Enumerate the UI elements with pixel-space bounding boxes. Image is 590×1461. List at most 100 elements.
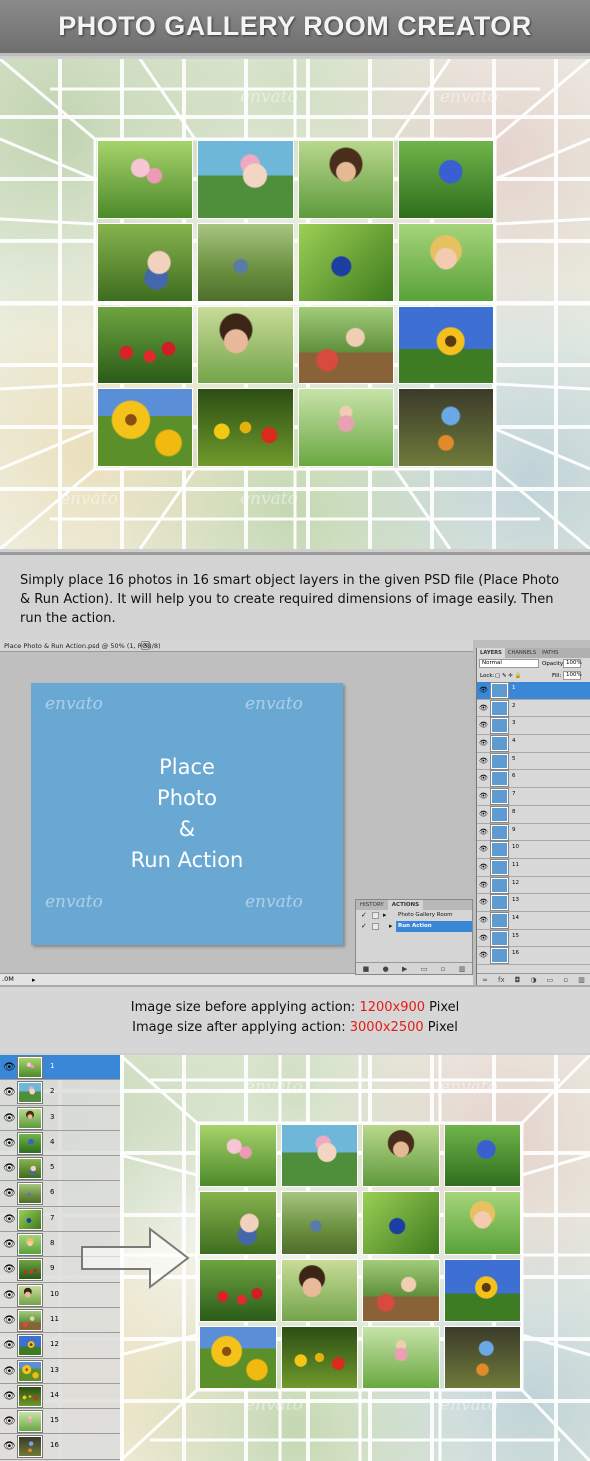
blend-mode-select[interactable]: Normal [479,659,539,668]
tab-history[interactable]: HISTORY [356,900,388,910]
tab-layers[interactable]: LAYERS [477,648,505,658]
layer-row[interactable]: 👁 16 [477,947,590,965]
eye-icon[interactable]: 👁 [3,1264,16,1275]
opacity-input[interactable]: 100% [563,659,582,668]
eye-icon[interactable]: 👁 [3,1391,16,1402]
layer-row[interactable]: 👁 14 [0,1384,120,1410]
stop-icon[interactable]: ■ [363,965,370,973]
layer-thumbnail [490,894,509,912]
eye-icon[interactable]: 👁 [3,1340,16,1351]
new-action-icon[interactable]: ▫ [441,965,446,973]
eye-icon[interactable]: 👁 [479,721,488,729]
eye-icon[interactable]: 👁 [3,1214,16,1225]
layer-list: 👁 1 👁 2 👁 3 👁 4 👁 5 👁 6 👁 7 👁 8 👁 9 👁 10 👁 11 👁 12 👁 13 👁 14 👁 15 👁 16 [477,682,590,965]
layer-row[interactable]: 👁 13 [0,1359,120,1384]
watermark-text: envato [60,489,118,509]
eye-icon[interactable]: 👁 [479,951,488,959]
mask-icon[interactable]: ◘ [515,976,521,984]
eye-icon[interactable]: 👁 [479,863,488,871]
layer-row[interactable]: 👁 2 [0,1080,120,1106]
new-set-icon[interactable]: ▭ [421,965,428,973]
expand-triangle-icon[interactable]: ▸ [389,921,393,932]
record-icon[interactable]: ● [383,965,389,973]
eye-icon[interactable]: 👁 [479,828,488,836]
layer-row[interactable]: 👁 8 [477,805,590,824]
layer-row[interactable]: 👁 3 [477,717,590,736]
eye-icon[interactable]: 👁 [3,1138,16,1149]
new-layer-icon[interactable]: ▫ [563,976,568,984]
eye-icon[interactable]: 👁 [3,1366,16,1377]
eye-icon[interactable]: 👁 [3,1416,16,1427]
eye-icon[interactable]: 👁 [3,1239,16,1250]
link-icon[interactable]: ∞ [482,976,488,984]
layer-row[interactable]: 👁 12 [477,876,590,895]
group-icon[interactable]: ▭ [547,976,554,984]
layer-row[interactable]: 👁 15 [0,1409,120,1435]
eye-icon[interactable]: 👁 [479,845,488,853]
document-tab[interactable]: Place Photo & Run Action.psd @ 50% (1, R… [0,640,473,652]
eye-icon[interactable]: 👁 [3,1290,16,1301]
trash-icon[interactable]: ▥ [578,976,585,984]
eye-icon[interactable]: 👁 [479,739,488,747]
folder-expand-icon[interactable]: ▸ [383,910,387,921]
layer-row[interactable]: 👁 11 [0,1308,120,1334]
eye-icon[interactable]: 👁 [479,704,488,712]
fill-input[interactable]: 100% [563,671,582,680]
check-icon[interactable]: ✓ [361,912,367,919]
action-row[interactable]: ✓ ▸ Run Action [356,921,472,932]
play-icon[interactable]: ▶ [402,965,407,973]
layer-row[interactable]: 👁 9 [477,823,590,842]
eye-icon[interactable]: 👁 [3,1087,16,1098]
action-set-row[interactable]: ✓ ▸ Photo Gallery Room Crea... [356,910,472,929]
layer-row[interactable]: 👁 4 [0,1131,120,1157]
eye-icon[interactable]: 👁 [479,757,488,765]
layer-row[interactable]: 👁 5 [477,752,590,771]
action-name-selected[interactable]: Run Action [396,921,472,932]
trash-icon[interactable]: ▥ [459,965,466,973]
description-text: Simply place 16 photos in 16 smart objec… [0,552,590,640]
adjustment-icon[interactable]: ◑ [530,976,536,984]
blue-bird-photo [297,222,394,302]
layer-row[interactable]: 👁 7 [477,788,590,806]
layer-row[interactable]: 👁 11 [477,858,590,877]
eye-icon[interactable]: 👁 [479,774,488,782]
layer-row[interactable]: 👁 12 [0,1333,120,1359]
tab-channels[interactable]: CHANNELS [505,648,539,658]
layer-row[interactable]: 👁 13 [477,894,590,912]
eye-icon[interactable]: 👁 [479,792,488,800]
layer-thumbnail [490,682,509,699]
eye-icon[interactable]: 👁 [479,686,488,694]
eye-icon[interactable]: 👁 [3,1113,16,1124]
layer-row[interactable]: 👁 1 [0,1055,120,1081]
eye-icon[interactable]: 👁 [479,881,488,889]
eye-icon[interactable]: 👁 [3,1163,16,1174]
eye-icon[interactable]: 👁 [3,1315,16,1326]
eye-icon[interactable]: 👁 [479,916,488,924]
layer-row[interactable]: 👁 5 [0,1156,120,1182]
eye-icon[interactable]: 👁 [3,1441,16,1452]
eye-icon[interactable]: 👁 [3,1188,16,1199]
layer-row[interactable]: 👁 6 [0,1181,120,1207]
layer-row[interactable]: 👁 1 [477,682,590,700]
eye-icon[interactable]: 👁 [3,1062,16,1073]
layer-row[interactable]: 👁 14 [477,911,590,930]
lock-icons[interactable]: ▢ ✎ ✛ 🔒 [495,670,522,682]
layer-row[interactable]: 👁 4 [477,735,590,753]
dialog-toggle-box[interactable] [372,912,379,919]
eye-icon[interactable]: 👁 [479,934,488,942]
eye-icon[interactable]: 👁 [479,898,488,906]
fx-icon[interactable]: fx [498,976,505,984]
dialog-toggle-box[interactable] [372,923,379,930]
tab-actions[interactable]: ACTIONS [387,900,424,910]
layer-row[interactable]: 👁 15 [477,929,590,948]
layer-row[interactable]: 👁 3 [0,1106,120,1131]
check-icon[interactable]: ✓ [361,923,367,930]
eye-icon[interactable]: 👁 [479,810,488,818]
layer-row[interactable]: 👁 16 [0,1434,120,1460]
layer-row[interactable]: 👁 6 [477,770,590,789]
tab-paths[interactable]: PATHS [539,648,561,658]
layer-row[interactable]: 👁 2 [477,699,590,718]
yellow-flowers-photo [97,388,194,467]
close-icon[interactable]: × [141,641,150,650]
layer-row[interactable]: 👁 10 [477,841,590,859]
